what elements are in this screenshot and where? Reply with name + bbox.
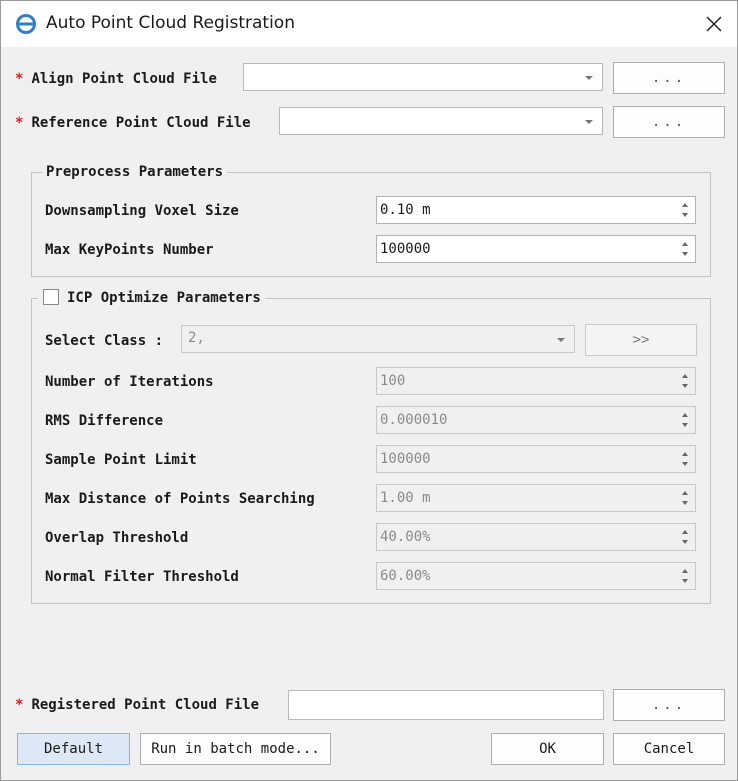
max-keypoints-value: 100000 (380, 241, 431, 257)
normal-filter-label: Normal Filter Threshold (45, 569, 239, 585)
sample-limit-spinbox[interactable]: 100000 (376, 445, 696, 473)
reference-file-browse-button[interactable]: ... (613, 106, 725, 138)
spin-down-icon[interactable] (682, 423, 688, 427)
downsampling-value: 0.10 m (380, 202, 431, 218)
preprocess-group-title: Preprocess Parameters (42, 163, 228, 181)
chevron-down-icon (585, 76, 593, 80)
window-title: Auto Point Cloud Registration (46, 13, 295, 33)
required-mark: * (15, 697, 24, 713)
max-distance-spinbox[interactable]: 1.00 m (376, 484, 696, 512)
spin-up-icon[interactable] (682, 242, 688, 246)
spin-down-icon[interactable] (682, 252, 688, 256)
select-class-button[interactable]: >> (585, 324, 697, 356)
normal-filter-value: 60.00% (380, 568, 431, 584)
required-mark: * (15, 71, 24, 87)
chevron-down-icon (557, 338, 565, 342)
spin-up-icon[interactable] (682, 203, 688, 207)
spin-up-icon[interactable] (682, 530, 688, 534)
rms-label: RMS Difference (45, 413, 164, 429)
spin-up-icon[interactable] (682, 452, 688, 456)
max-distance-label: Max Distance of Points Searching (45, 491, 315, 507)
title-bar: Auto Point Cloud Registration (1, 1, 737, 47)
align-file-label: * Align Point Cloud File (15, 71, 217, 87)
align-file-combo[interactable] (243, 63, 603, 91)
rms-value: 0.000010 (380, 412, 448, 428)
icp-group-title: ICP Optimize Parameters (67, 290, 261, 306)
app-logo-icon (16, 14, 36, 34)
spin-down-icon[interactable] (682, 462, 688, 466)
close-icon (706, 16, 722, 32)
icp-group-header: ICP Optimize Parameters (38, 289, 265, 307)
spin-up-icon[interactable] (682, 413, 688, 417)
downsampling-label: Downsampling Voxel Size (45, 203, 239, 219)
reference-file-label: * Reference Point Cloud File (15, 115, 251, 131)
registered-file-label: * Registered Point Cloud File (15, 697, 260, 713)
close-button[interactable] (691, 1, 737, 47)
reference-file-combo[interactable] (279, 107, 603, 135)
sample-limit-label: Sample Point Limit (45, 452, 197, 468)
required-mark: * (15, 115, 24, 131)
max-distance-value: 1.00 m (380, 490, 431, 506)
chevron-down-icon (585, 120, 593, 124)
icp-enable-checkbox[interactable] (43, 289, 59, 305)
spin-up-icon[interactable] (682, 374, 688, 378)
max-keypoints-spinbox[interactable]: 100000 (376, 235, 696, 263)
run-batch-button[interactable]: Run in batch mode... (140, 733, 331, 765)
normal-filter-spinbox[interactable]: 60.00% (376, 562, 696, 590)
dialog-window: Auto Point Cloud Registration * Align Poi… (0, 0, 738, 781)
registered-file-browse-button[interactable]: ... (613, 689, 725, 721)
iterations-label: Number of Iterations (45, 374, 214, 390)
select-class-value: 2, (188, 330, 205, 346)
cancel-button[interactable]: Cancel (613, 733, 725, 765)
spin-down-icon[interactable] (682, 501, 688, 505)
spin-down-icon[interactable] (682, 213, 688, 217)
align-file-browse-button[interactable]: ... (613, 62, 725, 94)
registered-file-input[interactable] (288, 690, 604, 720)
max-keypoints-label: Max KeyPoints Number (45, 242, 214, 258)
spin-down-icon[interactable] (682, 384, 688, 388)
overlap-spinbox[interactable]: 40.00% (376, 523, 696, 551)
spin-down-icon[interactable] (682, 540, 688, 544)
iterations-value: 100 (380, 373, 406, 389)
sample-limit-value: 100000 (380, 451, 431, 467)
default-button[interactable]: Default (17, 733, 130, 765)
overlap-label: Overlap Threshold (45, 530, 189, 546)
spin-down-icon[interactable] (682, 579, 688, 583)
iterations-spinbox[interactable]: 100 (376, 367, 696, 395)
select-class-label: Select Class : (45, 333, 164, 349)
rms-spinbox[interactable]: 0.000010 (376, 406, 696, 434)
ok-button[interactable]: OK (491, 733, 604, 765)
downsampling-spinbox[interactable]: 0.10 m (376, 196, 696, 224)
spin-up-icon[interactable] (682, 569, 688, 573)
overlap-value: 40.00% (380, 529, 431, 545)
select-class-combo[interactable]: 2, (181, 325, 575, 353)
spin-up-icon[interactable] (682, 491, 688, 495)
